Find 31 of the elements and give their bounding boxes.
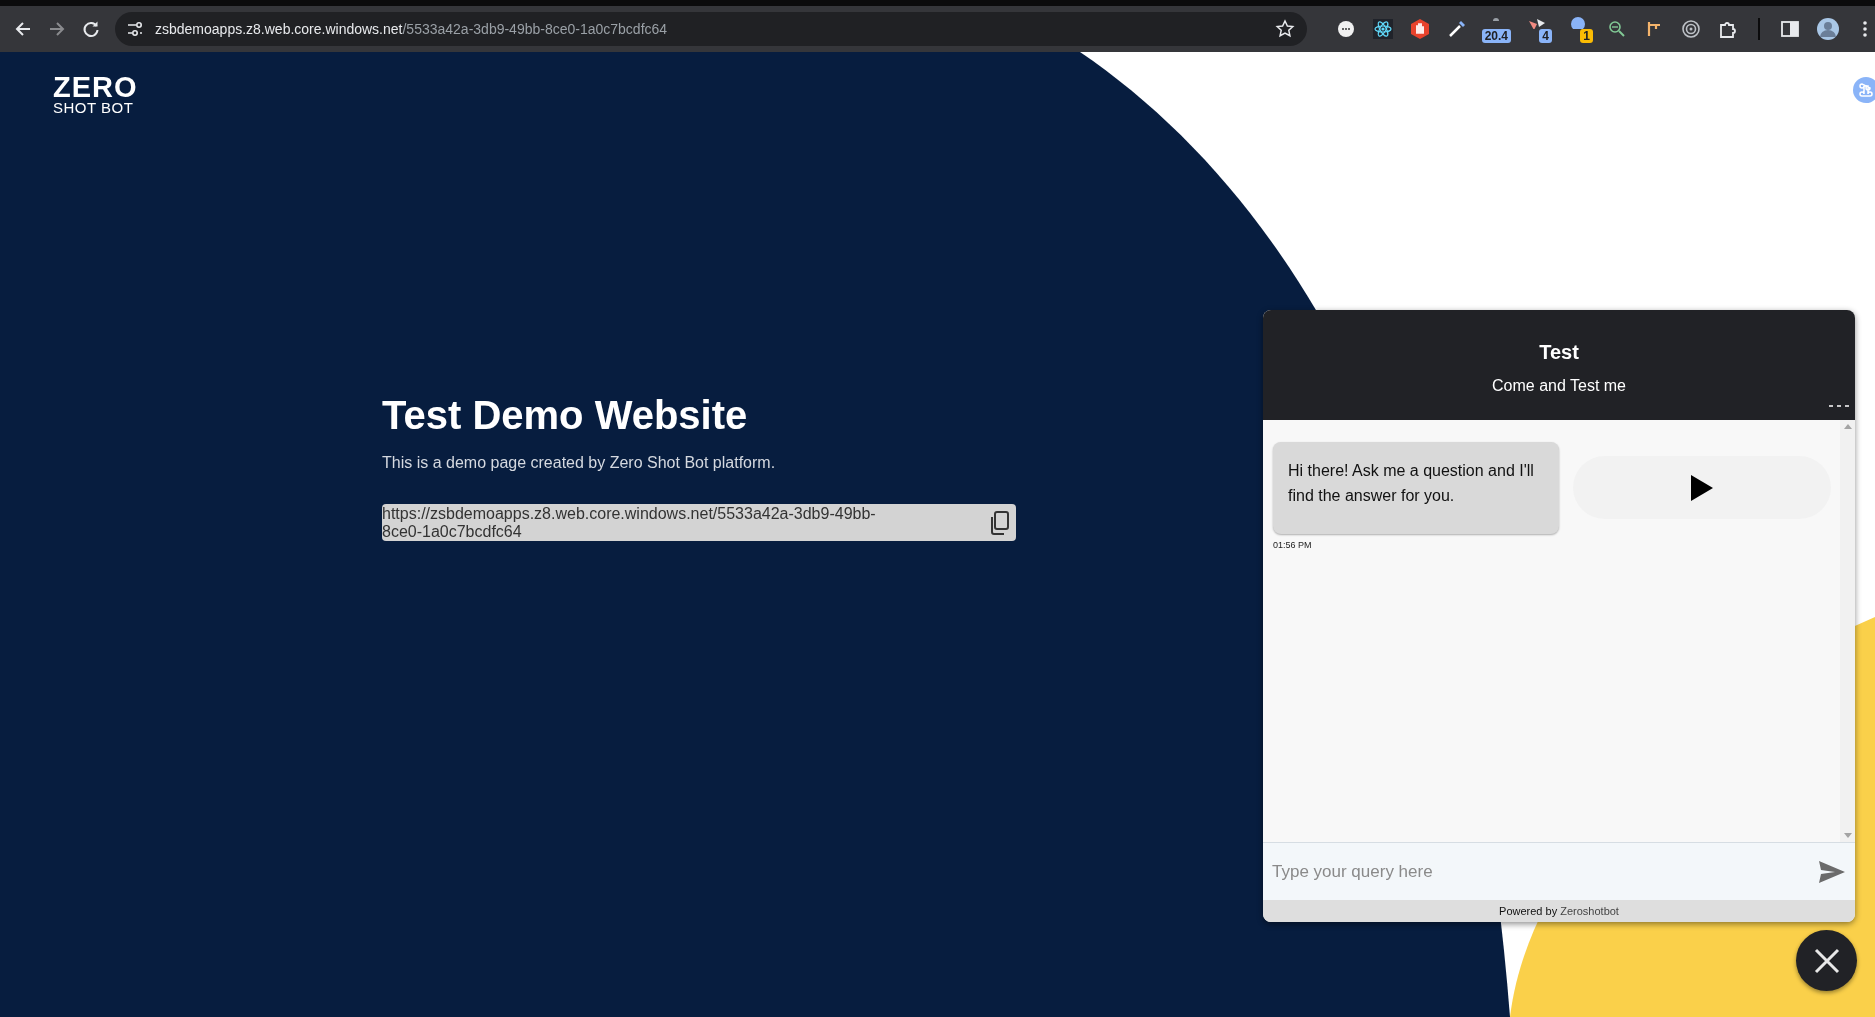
page-description: This is a demo page created by Zero Shot Bot platform. — [382, 453, 776, 473]
chat-subtitle: Come and Test me — [1492, 376, 1626, 396]
atom-icon[interactable] — [1372, 18, 1394, 40]
url-text: https://zsbdemoapps.z8.web.core.windows.net/5533a42a-3db9-49bb-8ce0-1a0c7bcdfc64 — [382, 504, 877, 541]
avatar-icon[interactable] — [1816, 17, 1840, 41]
address-bar[interactable]: zsbdemoapps.z8.web.core.windows.net/5533a42a-3db9-49bb-8ce0-1a0c7bcdfc64 — [115, 12, 1307, 46]
logo-text: ZERO — [53, 74, 138, 100]
reload-icon[interactable] — [81, 19, 101, 39]
url-text: zsbdemoapps.z8.web.core.windows.net/5533a42a-3db9-49bb-8ce0-1a0c7bcdfc64 — [155, 19, 668, 39]
target-icon[interactable] — [1680, 18, 1702, 40]
zeroshotbot-link[interactable]: Zeroshotbot — [1560, 904, 1619, 917]
side-panel-icon[interactable] — [1779, 18, 1801, 40]
circle-icon[interactable] — [1335, 18, 1357, 40]
query-field[interactable]: Type your query here — [1263, 842, 1855, 900]
star-icon[interactable] — [1275, 19, 1295, 39]
query-input[interactable]: Type your query here — [1272, 858, 1818, 885]
message-time: 01:56 PM — [1273, 540, 1313, 550]
more-icon[interactable] — [1829, 404, 1849, 408]
logo-text: SHOT BOT — [53, 100, 134, 116]
extension-badge: 1 — [1580, 29, 1593, 43]
send-icon[interactable] — [1818, 859, 1846, 884]
close-icon[interactable] — [1813, 947, 1840, 974]
hand-icon[interactable] — [1409, 18, 1431, 40]
chat-message: Hi there! Ask me a question and I'll find the answer for you. — [1273, 442, 1559, 534]
chat-title: Test — [1539, 340, 1579, 364]
extension-badge: 4 — [1539, 29, 1552, 43]
extension-badge: 20.4 — [1481, 29, 1511, 43]
page-heading: Test Demo Website — [382, 392, 748, 439]
powered-by-text: Powered by Zeroshotbot — [1499, 903, 1619, 919]
play-icon[interactable] — [1690, 473, 1714, 502]
site-settings-icon[interactable] — [125, 19, 145, 39]
